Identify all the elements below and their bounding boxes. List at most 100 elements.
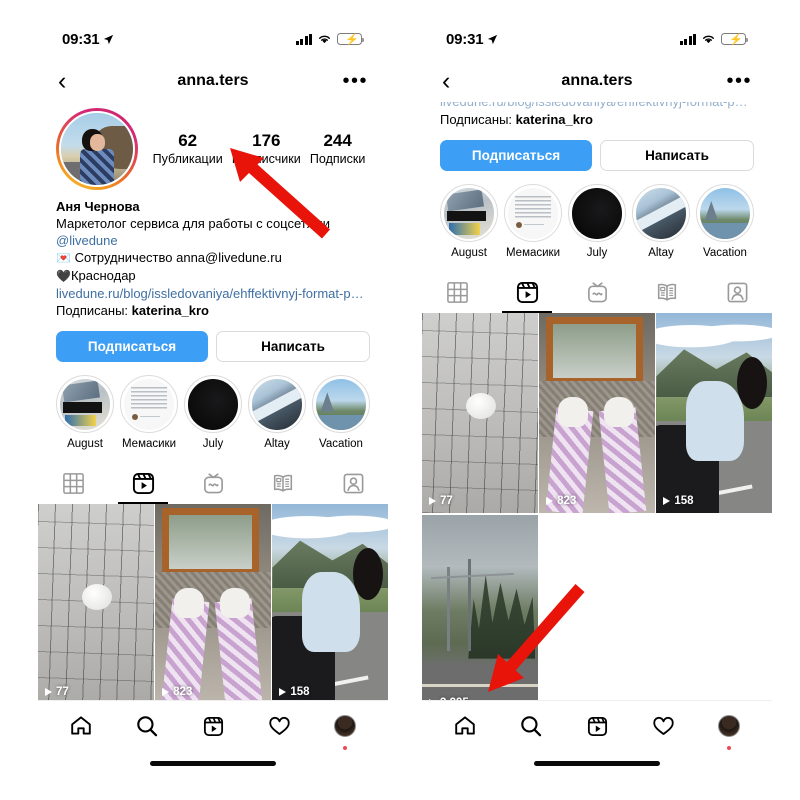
view-count-value: 77 xyxy=(440,495,453,508)
stat-following-value: 244 xyxy=(323,131,352,151)
view-count-value: 823 xyxy=(173,686,193,699)
status-time: 09:31 xyxy=(62,30,100,48)
tab-igtv[interactable] xyxy=(570,271,624,313)
bio-external-link[interactable]: livedune.ru/blog/issledovaniya/ehffektiv… xyxy=(440,102,754,111)
chevron-left-icon[interactable]: ‹ xyxy=(58,68,66,94)
bottom-nav-bar xyxy=(38,700,388,778)
tab-reels[interactable] xyxy=(500,271,554,314)
reel-thumbnail[interactable]: 158 xyxy=(656,313,772,514)
play-icon xyxy=(279,688,287,697)
play-icon xyxy=(546,497,554,506)
highlight-label: Vacation xyxy=(703,247,747,260)
bio-contact-line: 💌 Сотрудничество anna@livedune.ru xyxy=(56,249,370,267)
story-highlights: August Мемасики July Altay Vacation xyxy=(422,171,772,259)
ellipsis-icon[interactable]: ••• xyxy=(342,71,368,91)
profile-actions: Подписаться Написать xyxy=(422,128,772,172)
bio-location-text: Краснодар xyxy=(70,268,136,284)
chevron-left-icon[interactable]: ‹ xyxy=(442,68,450,94)
guides-icon xyxy=(657,283,677,301)
message-button[interactable]: Написать xyxy=(600,140,754,172)
bio-contact-text: Сотрудничество anna@livedune.ru xyxy=(74,250,282,266)
bio-mention-link[interactable]: @livedune xyxy=(56,232,370,249)
reel-thumbnail[interactable]: 77 xyxy=(38,504,154,705)
reel-thumbnail[interactable]: 77 xyxy=(422,313,538,514)
tab-reels[interactable] xyxy=(116,462,170,505)
nav-search[interactable] xyxy=(510,709,552,743)
nav-home[interactable] xyxy=(444,709,486,743)
tab-tagged[interactable] xyxy=(326,462,380,504)
nav-activity[interactable] xyxy=(258,709,300,743)
view-count: 77 xyxy=(429,495,453,507)
igtv-icon xyxy=(203,473,223,494)
highlight-july[interactable]: July xyxy=(184,375,242,450)
avatar[interactable] xyxy=(56,108,138,190)
highlight-memasiki[interactable]: Мемасики xyxy=(504,184,562,259)
reel-thumbnail[interactable]: 823 xyxy=(539,313,655,514)
page-title: anna.ters xyxy=(177,72,249,89)
ellipsis-icon[interactable]: ••• xyxy=(726,71,752,91)
signal-bars-icon xyxy=(679,33,696,45)
bio-external-link[interactable]: livedune.ru/blog/issledovaniya/ehffektiv… xyxy=(56,285,370,302)
view-count-value: 158 xyxy=(290,686,310,699)
follow-button[interactable]: Подписаться xyxy=(440,140,592,172)
tab-grid[interactable] xyxy=(430,271,484,313)
followed-by-user[interactable]: katerina_kro xyxy=(132,303,209,318)
message-button[interactable]: Написать xyxy=(216,331,370,363)
highlight-label: August xyxy=(451,247,487,260)
nav-activity[interactable] xyxy=(642,709,684,743)
reels-icon xyxy=(516,281,538,303)
highlight-vacation[interactable]: Vacation xyxy=(312,375,370,450)
status-indicators: ⚡ xyxy=(679,33,749,46)
reel-thumbnail[interactable]: 823 xyxy=(155,504,271,705)
stat-following[interactable]: 244 Подписки xyxy=(310,131,365,167)
search-icon xyxy=(137,716,158,737)
profile-avatar-icon xyxy=(718,715,740,737)
envelope-icon: 💌 xyxy=(56,251,71,266)
status-time: 09:31 xyxy=(446,30,484,48)
reel-thumbnail[interactable]: 158 xyxy=(272,504,388,705)
reel-thumbnail[interactable]: 3 295 xyxy=(422,514,538,715)
view-count-value: 77 xyxy=(56,686,69,699)
bio-description: Маркетолог сервиса для работы с соцсетям… xyxy=(56,216,330,232)
nav-reels[interactable] xyxy=(192,709,234,743)
nav-profile[interactable] xyxy=(708,709,750,750)
stat-posts-label: Публикации xyxy=(152,151,223,166)
nav-profile[interactable] xyxy=(324,709,366,750)
home-icon xyxy=(455,716,475,735)
highlight-memasiki[interactable]: Мемасики xyxy=(120,375,178,450)
view-count: 158 xyxy=(663,495,694,508)
phone-screen-right: 09:31 ⚡ ‹ anna.ters ••• Подписаны: kater… xyxy=(422,18,772,778)
tab-tagged[interactable] xyxy=(710,271,764,313)
tab-guides[interactable] xyxy=(256,462,310,504)
followed-by-label: Подписаны: xyxy=(56,303,129,319)
tab-igtv[interactable] xyxy=(186,462,240,504)
highlight-altay[interactable]: Altay xyxy=(632,184,690,259)
follow-button[interactable]: Подписаться xyxy=(56,331,208,363)
guides-icon xyxy=(273,474,293,492)
profile-tabs xyxy=(422,271,772,314)
reels-grid: 77 823 158 3 295 xyxy=(422,313,772,715)
stat-followers[interactable]: 176 Подписчики xyxy=(232,131,301,167)
followed-by-user[interactable]: katerina_kro xyxy=(516,112,593,127)
tab-guides[interactable] xyxy=(640,271,694,313)
heart-icon xyxy=(652,716,674,735)
highlight-altay[interactable]: Altay xyxy=(248,375,306,450)
status-bar: 09:31 ⚡ xyxy=(38,18,388,60)
stat-posts[interactable]: 62 Публикации xyxy=(153,131,223,167)
tab-grid[interactable] xyxy=(46,462,100,504)
followed-by-line: Подписаны: katerina_kro xyxy=(440,111,754,128)
grid-icon xyxy=(62,473,84,494)
battery-charging-icon: ⚡ xyxy=(337,33,365,46)
play-icon xyxy=(663,497,671,506)
nav-bar: ‹ anna.ters ••• xyxy=(422,60,772,102)
nav-home[interactable] xyxy=(60,709,102,743)
highlight-vacation[interactable]: Vacation xyxy=(696,184,754,259)
black-heart-icon: 🖤 xyxy=(56,269,71,284)
nav-reels[interactable] xyxy=(576,709,618,743)
highlight-july[interactable]: July xyxy=(568,184,626,259)
status-time-group: 09:31 xyxy=(62,31,114,48)
highlight-august[interactable]: August xyxy=(440,184,498,259)
view-count-value: 158 xyxy=(674,495,694,508)
highlight-august[interactable]: August xyxy=(56,375,114,450)
nav-search[interactable] xyxy=(126,709,168,743)
